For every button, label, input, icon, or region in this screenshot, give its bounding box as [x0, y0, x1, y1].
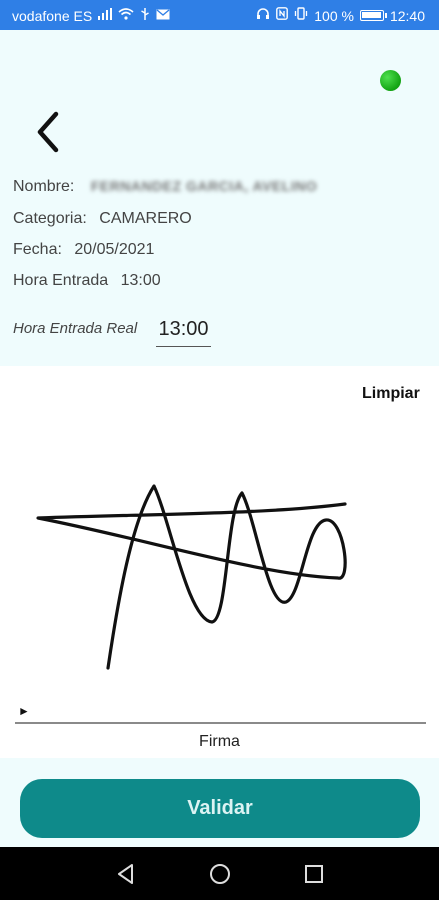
- categoria-row: Categoria: CAMARERO: [13, 210, 192, 228]
- nfc-icon: [276, 7, 289, 24]
- headset-icon: [256, 7, 270, 24]
- mail-icon: [156, 8, 170, 24]
- fecha-value: 20/05/2021: [74, 241, 155, 258]
- signal-icon: [98, 8, 113, 24]
- vibrate-icon: [294, 7, 308, 24]
- hora-entrada-real-input[interactable]: 13:00: [156, 315, 211, 347]
- battery-percent: 100 %: [314, 7, 354, 24]
- carrier-name: vodafone ES: [12, 8, 93, 24]
- signature-marker: ►: [18, 704, 30, 718]
- back-arrow-icon[interactable]: [32, 108, 66, 156]
- signature-baseline: [15, 722, 426, 724]
- nombre-value: FERNANDEZ GARCIA, AVELINO: [90, 178, 318, 194]
- hora-entrada-label: Hora Entrada: [13, 272, 109, 289]
- fecha-row: Fecha: 20/05/2021: [13, 241, 154, 259]
- nav-back-icon[interactable]: [113, 861, 139, 887]
- clock: 12:40: [389, 7, 425, 24]
- usb-icon: [140, 7, 150, 25]
- battery-icon: [359, 10, 387, 21]
- signature-drawing[interactable]: [0, 470, 439, 680]
- signature-label: Firma: [199, 733, 240, 750]
- validate-button[interactable]: Validar: [20, 779, 420, 838]
- nombre-row: Nombre: FERNANDEZ GARCIA, AVELINO: [13, 178, 317, 196]
- info-panel: [0, 30, 439, 366]
- nav-recents-icon[interactable]: [301, 861, 327, 887]
- status-right: 100 % 12:40: [256, 7, 425, 24]
- navigation-bar: [0, 847, 439, 900]
- status-left: vodafone ES: [12, 7, 170, 25]
- hora-entrada-row: Hora Entrada 13:00: [13, 272, 161, 290]
- green-status-dot: [380, 70, 401, 91]
- categoria-label: Categoria:: [13, 210, 87, 227]
- status-bar: vodafone ES 100 % 12:40: [0, 0, 439, 30]
- nombre-label: Nombre:: [13, 178, 75, 195]
- categoria-value: CAMARERO: [99, 210, 192, 227]
- clear-signature-button[interactable]: Limpiar: [362, 385, 420, 403]
- hora-entrada-value: 13:00: [120, 272, 161, 289]
- wifi-icon: [118, 8, 134, 24]
- nav-home-icon[interactable]: [207, 861, 233, 887]
- hora-entrada-real-label: Hora Entrada Real: [13, 320, 138, 337]
- battery-level-fill: [361, 12, 381, 18]
- fecha-label: Fecha:: [13, 241, 62, 258]
